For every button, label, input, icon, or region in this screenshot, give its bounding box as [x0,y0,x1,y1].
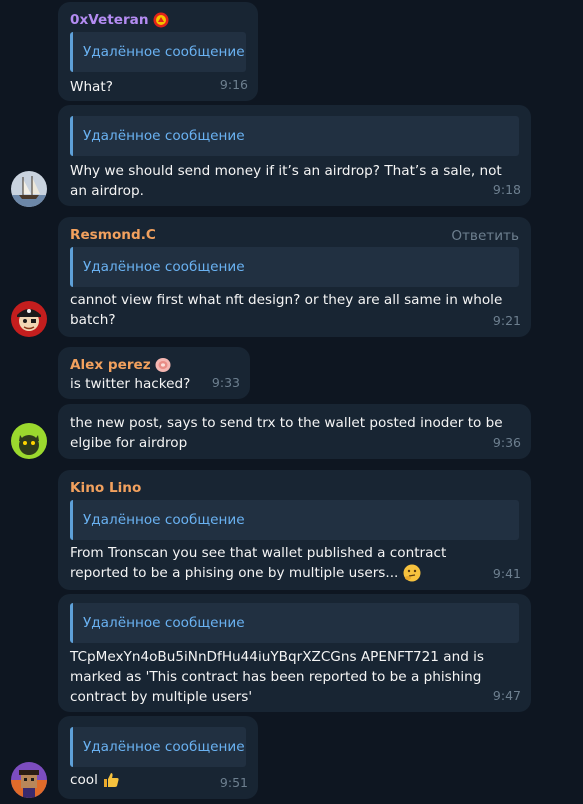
message-text: From Tronscan you see that wallet publis… [70,543,451,583]
thinking-face-emoji-icon [403,564,421,582]
message-time: 9:47 [492,688,521,703]
sender-name-text[interactable]: 0xVeteran [70,10,149,30]
message-time: 9:18 [492,182,521,197]
sender-name-text[interactable]: Alex perez [70,355,151,375]
message-bubble[interactable]: 0xVeteran Удалённое сообщение What? 9:16 [58,2,258,101]
replied-message-quote[interactable]: Удалённое сообщение [70,32,246,72]
quote-text: Удалённое сообщение [83,512,245,528]
replied-message-quote[interactable]: Удалённое сообщение [70,116,519,156]
reply-button[interactable]: Ответить [451,226,519,246]
message-text: the new post, says to send trx to the wa… [70,415,503,451]
replied-message-quote[interactable]: Удалённое сообщение [70,247,519,287]
message-text: Why we should send money if it’s an aird… [70,163,502,199]
pirate-avatar-icon [11,301,47,337]
message-bubble[interactable]: Удалённое сообщение TCpMexYn4oBu5iNnDfHu… [58,594,531,712]
message-text: cannot view first what nft design? or th… [70,292,503,328]
quote-text: Удалённое сообщение [83,44,245,60]
message-time: 9:21 [492,313,521,328]
sender-name[interactable]: 0xVeteran [70,10,169,30]
message-bubble[interactable]: the new post, says to send trx to the wa… [58,404,531,459]
sailing-ship-avatar-icon [11,171,47,207]
sender-name[interactable]: Alex perez [70,355,171,375]
green-creature-avatar-icon [11,423,47,459]
sender-name-text[interactable]: Resmond.C [70,225,156,245]
message-bubble[interactable]: Resmond.C Ответить Удалённое сообщение c… [58,217,531,337]
message-bubble[interactable]: Удалённое сообщение Why we should send m… [58,105,531,206]
replied-message-quote[interactable]: Удалённое сообщение [70,727,246,767]
quote-text: Удалённое сообщение [83,259,245,275]
message-time: 9:33 [211,375,240,390]
message-bubble[interactable]: Alex perez is twitter hacked? 9:33 [58,347,250,399]
replied-message-quote[interactable]: Удалённое сообщение [70,603,519,643]
pixel-art-avatar-icon [11,762,47,798]
message-bubble[interactable]: Удалённое сообщение cool 9:51 [58,716,258,799]
message-time: 9:41 [492,566,521,581]
message-time: 9:51 [219,775,248,790]
message-text-content: From Tronscan you see that wallet publis… [70,545,447,581]
user-avatar[interactable] [11,423,47,459]
replied-message-quote[interactable]: Удалённое сообщение [70,500,519,540]
user-avatar[interactable] [11,171,47,207]
club-badge-icon [153,12,168,28]
thumbs-up-emoji-icon [104,773,119,787]
ham-emoji-icon [155,358,171,372]
message-text-content: cool [70,772,98,788]
message-time: 9:16 [219,77,248,92]
message-text: TCpMexYn4oBu5iNnDfHu44iuYBqrXZCGns APENF… [70,649,485,705]
quote-text: Удалённое сообщение [83,128,245,144]
message-bubble[interactable]: Kino Lino Удалённое сообщение From Trons… [58,470,531,590]
chat-history[interactable]: 0xVeteran Удалённое сообщение What? 9:16… [0,0,583,804]
sender-name-text[interactable]: Kino Lino [70,478,141,498]
quote-text: Удалённое сообщение [83,615,245,631]
user-avatar[interactable] [11,762,47,798]
message-time: 9:36 [492,435,521,450]
quote-text: Удалённое сообщение [83,739,245,755]
sender-name[interactable]: Kino Lino [70,478,141,498]
sender-name[interactable]: Resmond.C [70,225,156,245]
user-avatar[interactable] [11,301,47,337]
